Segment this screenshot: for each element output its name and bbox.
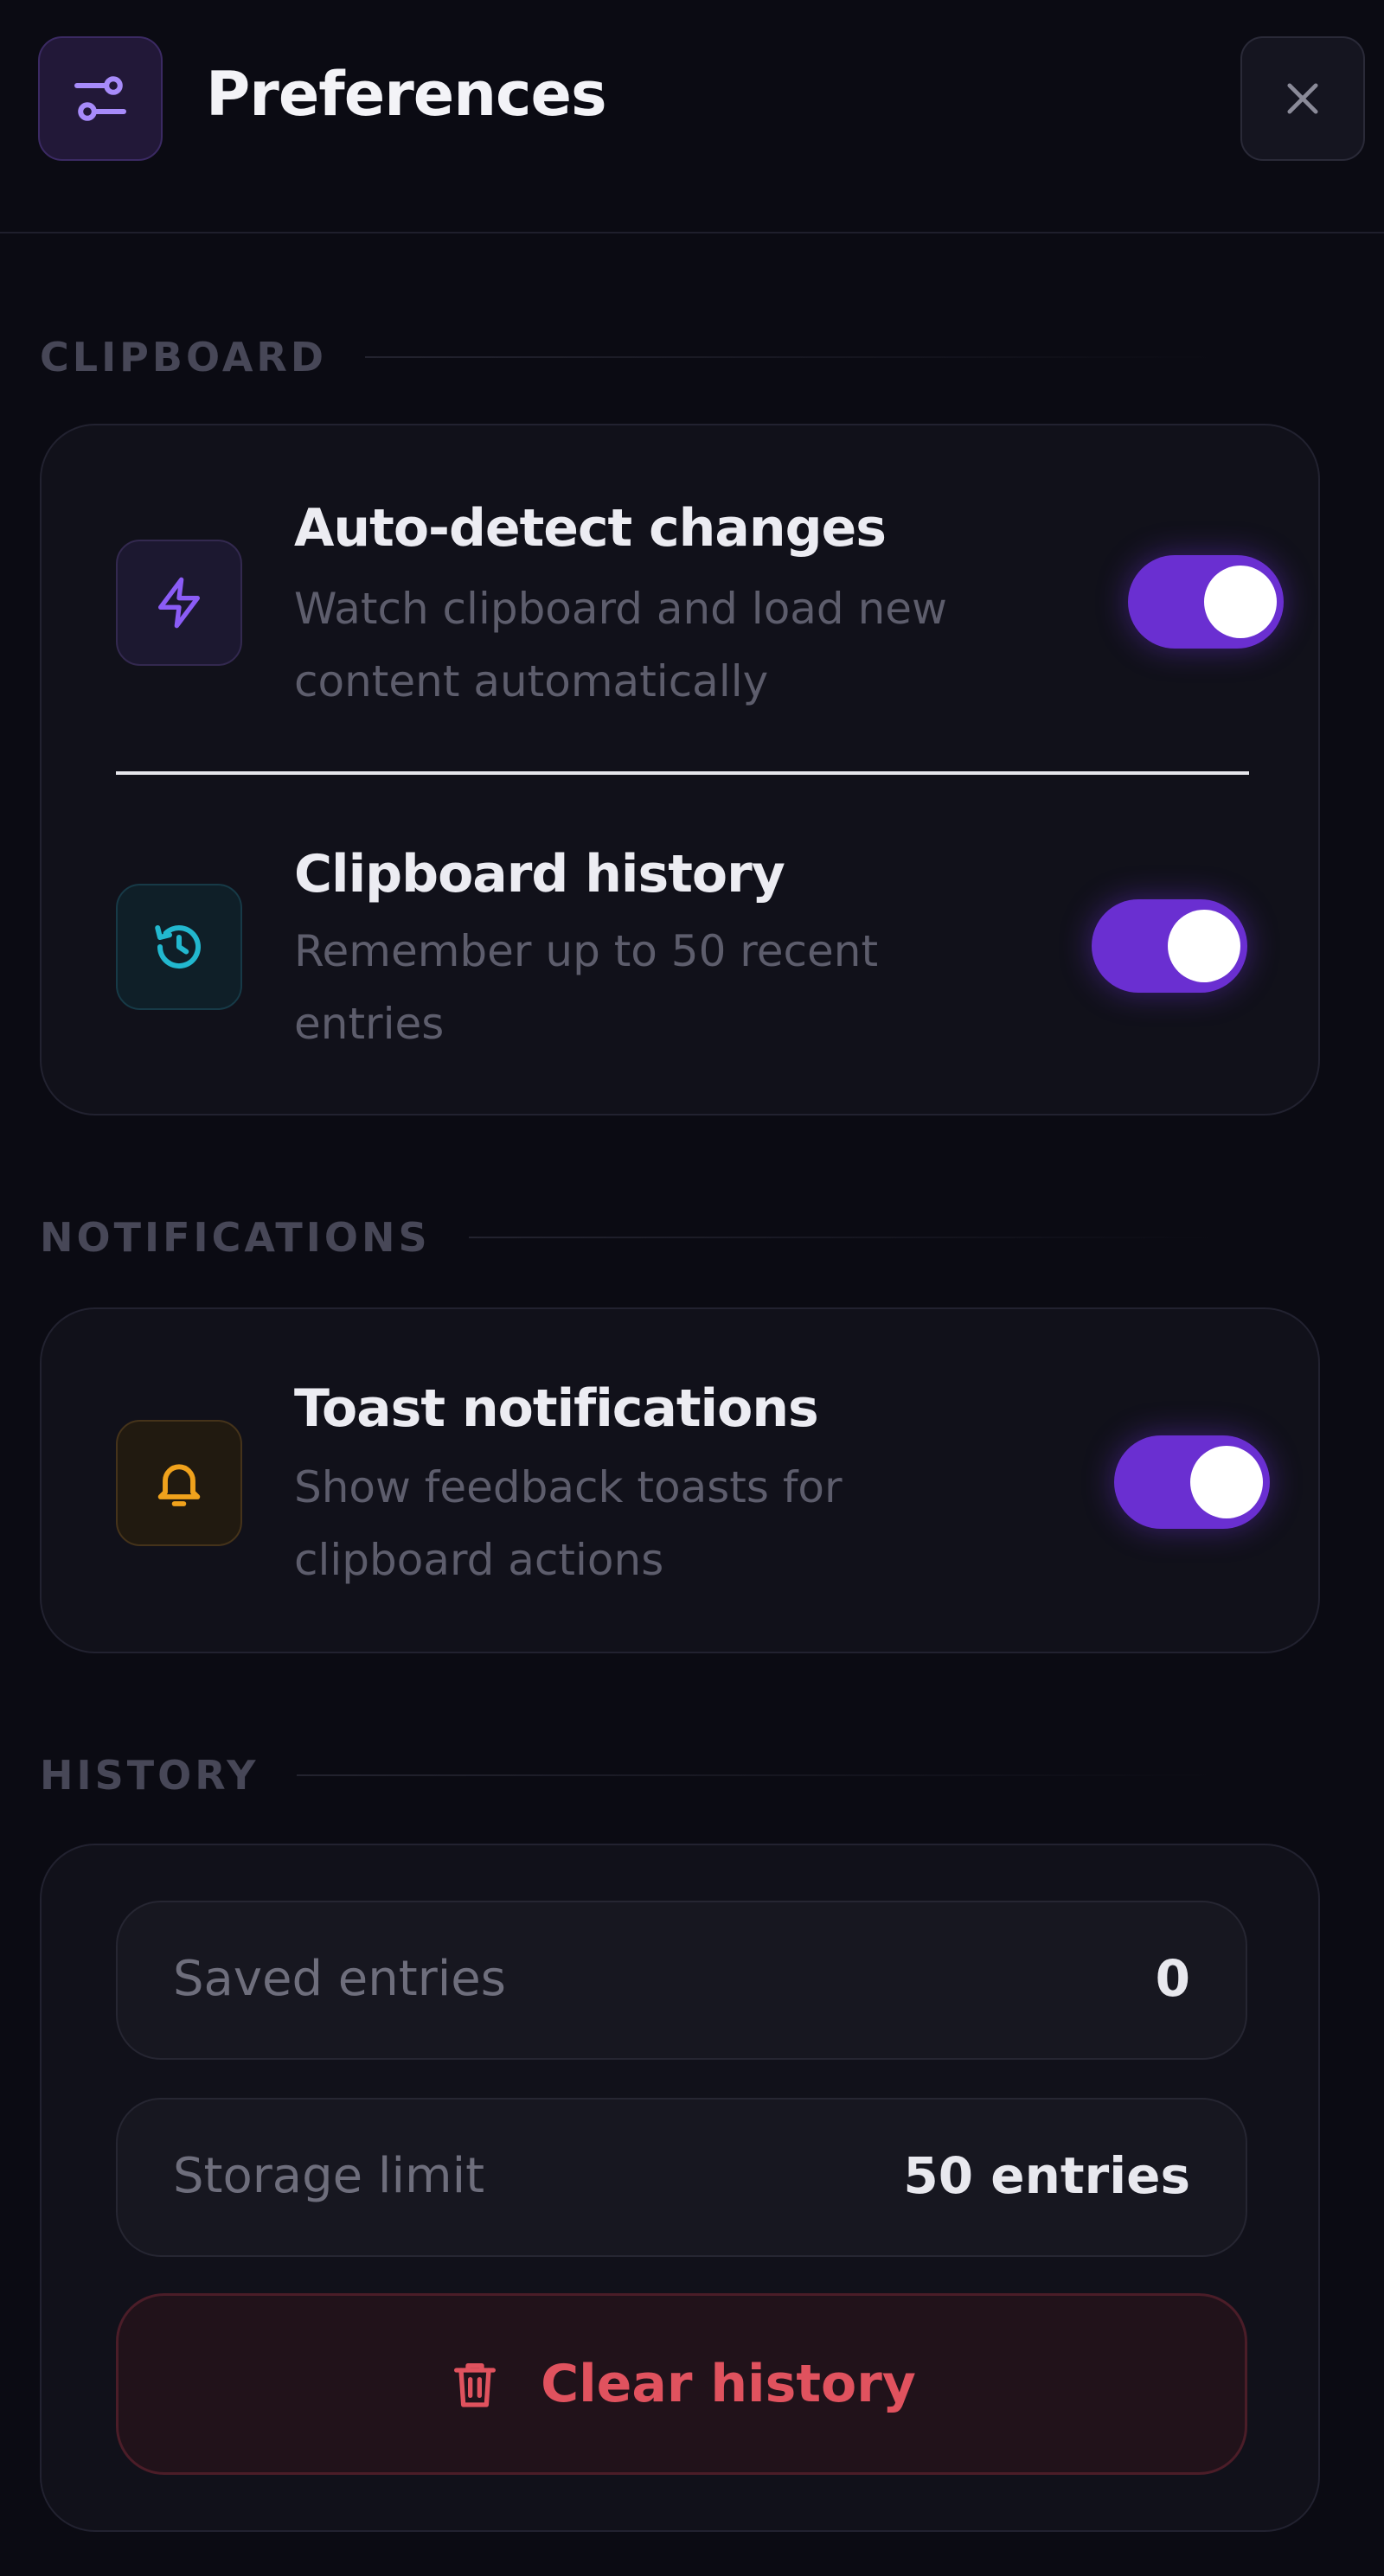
section-label: HISTORY [40,1752,260,1799]
toast-notifications-toggle[interactable] [1114,1435,1270,1529]
section-title-history: HISTORY [40,1752,1216,1799]
setting-title: Clipboard history [294,844,785,904]
section-label: NOTIFICATIONS [40,1214,431,1261]
toggle-knob [1204,566,1277,638]
section-rule [297,1774,1216,1776]
history-card: Saved entries 0 Storage limit 50 entries… [40,1844,1320,2532]
setting-title: Toast notifications [294,1378,819,1439]
clipboard-card: Auto-detect changes Watch clipboard and … [40,424,1320,1115]
toggle-knob [1190,1446,1263,1518]
section-title-clipboard: CLIPBOARD [40,334,1216,380]
setting-description: Watch clipboard and load new content aut… [294,584,947,706]
page-title: Preferences [206,59,607,130]
stat-label: Saved entries [173,1951,506,2007]
section-rule [365,356,1216,358]
history-icon [116,884,242,1010]
preferences-header: Preferences [0,0,1384,233]
stat-label: Storage limit [173,2148,485,2204]
section-rule [468,1237,1216,1238]
clipboard-history-toggle[interactable] [1092,899,1247,993]
saved-entries-stat: Saved entries 0 [116,1901,1247,2060]
clear-history-label: Clear history [541,2354,916,2414]
auto-detect-toggle[interactable] [1128,555,1284,649]
lightning-icon [116,540,242,666]
trash-icon [454,2363,497,2407]
stat-value: 0 [1155,1949,1190,2008]
sliders-icon [38,36,163,161]
storage-limit-stat: Storage limit 50 entries [116,2098,1247,2257]
bell-icon [116,1420,242,1546]
close-button[interactable] [1240,36,1365,161]
section-label: CLIPBOARD [40,334,328,380]
stat-value: 50 entries [903,2146,1190,2205]
row-divider [116,771,1249,775]
setting-description: Show feedback toasts for clipboard actio… [294,1462,843,1585]
setting-description: Remember up to 50 recent entries [294,926,879,1049]
notifications-card: Toast notifications Show feedback toasts… [40,1307,1320,1653]
close-icon [1287,83,1318,114]
clear-history-button[interactable]: Clear history [116,2293,1247,2475]
setting-title: Auto-detect changes [294,498,887,559]
section-title-notifications: NOTIFICATIONS [40,1214,1216,1261]
toggle-knob [1168,910,1240,982]
